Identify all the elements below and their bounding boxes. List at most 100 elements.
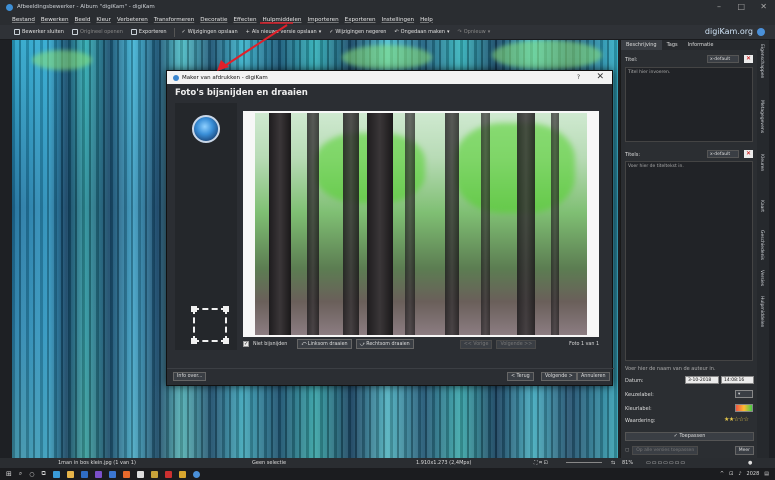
clock[interactable]: 2028 (747, 471, 760, 477)
task-view-icon[interactable]: ⧉ (42, 470, 46, 478)
back-button[interactable]: < Terug (507, 372, 534, 381)
zoom-fit-icon[interactable]: ⛶ ⌗ ⊡ (534, 460, 548, 466)
menu-bestand[interactable]: Bestand (12, 17, 35, 23)
tab-description[interactable]: Beschrijving (621, 40, 662, 50)
close-editor-label: Bewerker sluiten (22, 29, 64, 35)
menu-hulpmiddelen[interactable]: Hulpmiddelen (263, 17, 302, 23)
document-icon[interactable]: ▢ (625, 448, 629, 453)
canvas-foliage (492, 40, 602, 70)
minimize-icon[interactable]: – (717, 2, 721, 11)
title-input[interactable]: Titel hier invoeren. (625, 67, 753, 142)
view-mode-icons[interactable]: ▭▭▭▭▭▭▭ (646, 460, 686, 466)
app-icon[interactable] (94, 470, 102, 478)
rotate-right-button[interactable]: ⤻ Rechtsom draaien (355, 339, 414, 349)
clear-title-icon[interactable]: ✕ (744, 55, 753, 63)
previous-photo-button[interactable]: << Vorige (459, 339, 493, 349)
menu-importeren[interactable]: Importeren (307, 17, 338, 23)
clear-caption-icon[interactable]: ✕ (744, 150, 753, 158)
pick-label-select[interactable]: ▾ (735, 390, 753, 398)
apply-all-versions-button[interactable]: Op alle versies toepassen (632, 445, 699, 455)
crop-preview-area[interactable] (243, 111, 599, 337)
tray-up-icon[interactable]: ^ (720, 471, 724, 477)
side-tab-kaart[interactable]: Kaart (759, 200, 764, 212)
side-tab-hulpmiddelen[interactable]: Hulpmiddelen (759, 296, 764, 327)
menu-decoratie[interactable]: Decoratie (200, 17, 227, 23)
store-icon[interactable] (80, 470, 88, 478)
open-original-button[interactable]: Origineel openen (70, 29, 125, 35)
next-button[interactable]: Volgende > (541, 372, 577, 381)
about-button[interactable]: Info over... (173, 372, 207, 381)
right-sidebar: Beschrijving Tags Informatie Titel: x-de… (620, 40, 757, 458)
caption-input[interactable]: Voer hier de titeltekst in. (625, 161, 753, 361)
side-tab-eigenschappen[interactable]: Eigenschappen (759, 44, 764, 78)
zoom-menu-icon[interactable]: ⇆ (611, 460, 615, 466)
menu-help[interactable]: Help (420, 17, 433, 23)
author-input[interactable]: Voer hier de naam van de auteur in. (625, 366, 716, 372)
side-tab-versies[interactable]: Versies (759, 270, 764, 286)
apply-button[interactable]: ✓ Toepassen (625, 432, 754, 441)
save-app-icon[interactable] (108, 470, 116, 478)
cancel-button[interactable]: Annuleren (577, 372, 610, 381)
settings-icon[interactable]: ● (748, 460, 752, 466)
menu-transformeren[interactable]: Transformeren (154, 17, 194, 23)
save-as-version-button[interactable]: + Als nieuwe versie opslaan ▾ (244, 29, 324, 35)
menu-bewerken[interactable]: Bewerken (41, 17, 69, 23)
close-editor-button[interactable]: Bewerker sluiten (12, 29, 66, 35)
side-tab-kleuren[interactable]: Kleuren (759, 154, 764, 171)
undo-button[interactable]: ↶ Ongedaan maken ▾ (392, 29, 451, 35)
menu-instellingen[interactable]: Instellingen (382, 17, 415, 23)
discard-changes-button[interactable]: ✓ Wijzigingen negeren (327, 29, 388, 35)
color-label-select[interactable] (735, 404, 753, 412)
volume-icon[interactable]: ♪ (738, 471, 741, 477)
file-explorer-icon[interactable] (66, 470, 74, 478)
folder-icon[interactable] (178, 470, 186, 478)
print-creator-dialog: Maker van afdrukken - digiKam ? ✕ Foto's… (166, 70, 614, 386)
tab-tags[interactable]: Tags (662, 40, 683, 50)
menu-beeld[interactable]: Beeld (75, 17, 91, 23)
menu-kleur[interactable]: Kleur (96, 17, 111, 23)
side-tab-geschiedenis[interactable]: Geschiedenis (759, 230, 764, 260)
edge-icon[interactable] (52, 470, 60, 478)
status-zoom[interactable]: 81% (622, 460, 633, 466)
export-button[interactable]: Exporteren (129, 29, 169, 35)
notifications-icon[interactable]: ▤ (764, 471, 769, 477)
network-icon[interactable]: ⊡ (729, 471, 733, 477)
rating-stars[interactable]: ★★☆☆☆ (724, 416, 749, 423)
menu-effecten[interactable]: Effecten (233, 17, 256, 23)
cortana-icon[interactable]: ○ (29, 471, 34, 478)
dialog-title: Maker van afdrukken - digiKam (182, 74, 268, 81)
firefox-icon[interactable] (122, 470, 130, 478)
paint-icon[interactable] (150, 470, 158, 478)
document-icon[interactable] (136, 470, 144, 478)
title-language-select[interactable]: x-default (707, 55, 739, 63)
search-icon[interactable]: ⌕ (19, 470, 22, 478)
digikam-taskbar-icon[interactable] (192, 470, 200, 478)
more-button[interactable]: Meer (734, 445, 754, 455)
next-photo-button[interactable]: Volgende >> (496, 339, 537, 349)
tab-information[interactable]: Informatie (683, 40, 719, 50)
side-tab-metagegevens[interactable]: Metagegevens (759, 100, 764, 133)
photo-trunk (307, 113, 319, 335)
save-changes-button[interactable]: ✓ Wijzigingen opslaan (180, 29, 240, 35)
close-dialog-icon[interactable]: ✕ (596, 72, 604, 82)
windows-start-icon[interactable]: ⊞ (6, 470, 12, 478)
help-icon[interactable]: ? (577, 74, 580, 81)
rotate-left-button[interactable]: ⤺ Linksom draaien (297, 339, 352, 349)
forest-photo[interactable] (255, 113, 587, 335)
redo-button[interactable]: ↷ Opnieuw ▾ (456, 29, 493, 35)
photo-trunk (269, 113, 291, 335)
date-field[interactable]: 3-10-2018 (685, 376, 719, 384)
brand-link[interactable]: digiKam.org (705, 27, 753, 36)
no-crop-checkbox[interactable]: ✓ (243, 341, 249, 347)
photo-trunk (445, 113, 459, 335)
close-window-icon[interactable]: ✕ (760, 2, 767, 11)
status-selection: Geen selectie (252, 460, 287, 466)
caption-language-select[interactable]: x-default (707, 150, 739, 158)
menu-exporteren[interactable]: Exporteren (345, 17, 376, 23)
pdf-icon[interactable] (164, 470, 172, 478)
status-dimensions: 1.910x1.273 (2,4Mpx) (416, 460, 472, 466)
maximize-icon[interactable]: □ (737, 2, 745, 11)
zoom-slider[interactable] (566, 462, 602, 463)
menu-verbeteren[interactable]: Verbeteren (117, 17, 148, 23)
time-field[interactable]: 14:08:16 (721, 376, 754, 384)
